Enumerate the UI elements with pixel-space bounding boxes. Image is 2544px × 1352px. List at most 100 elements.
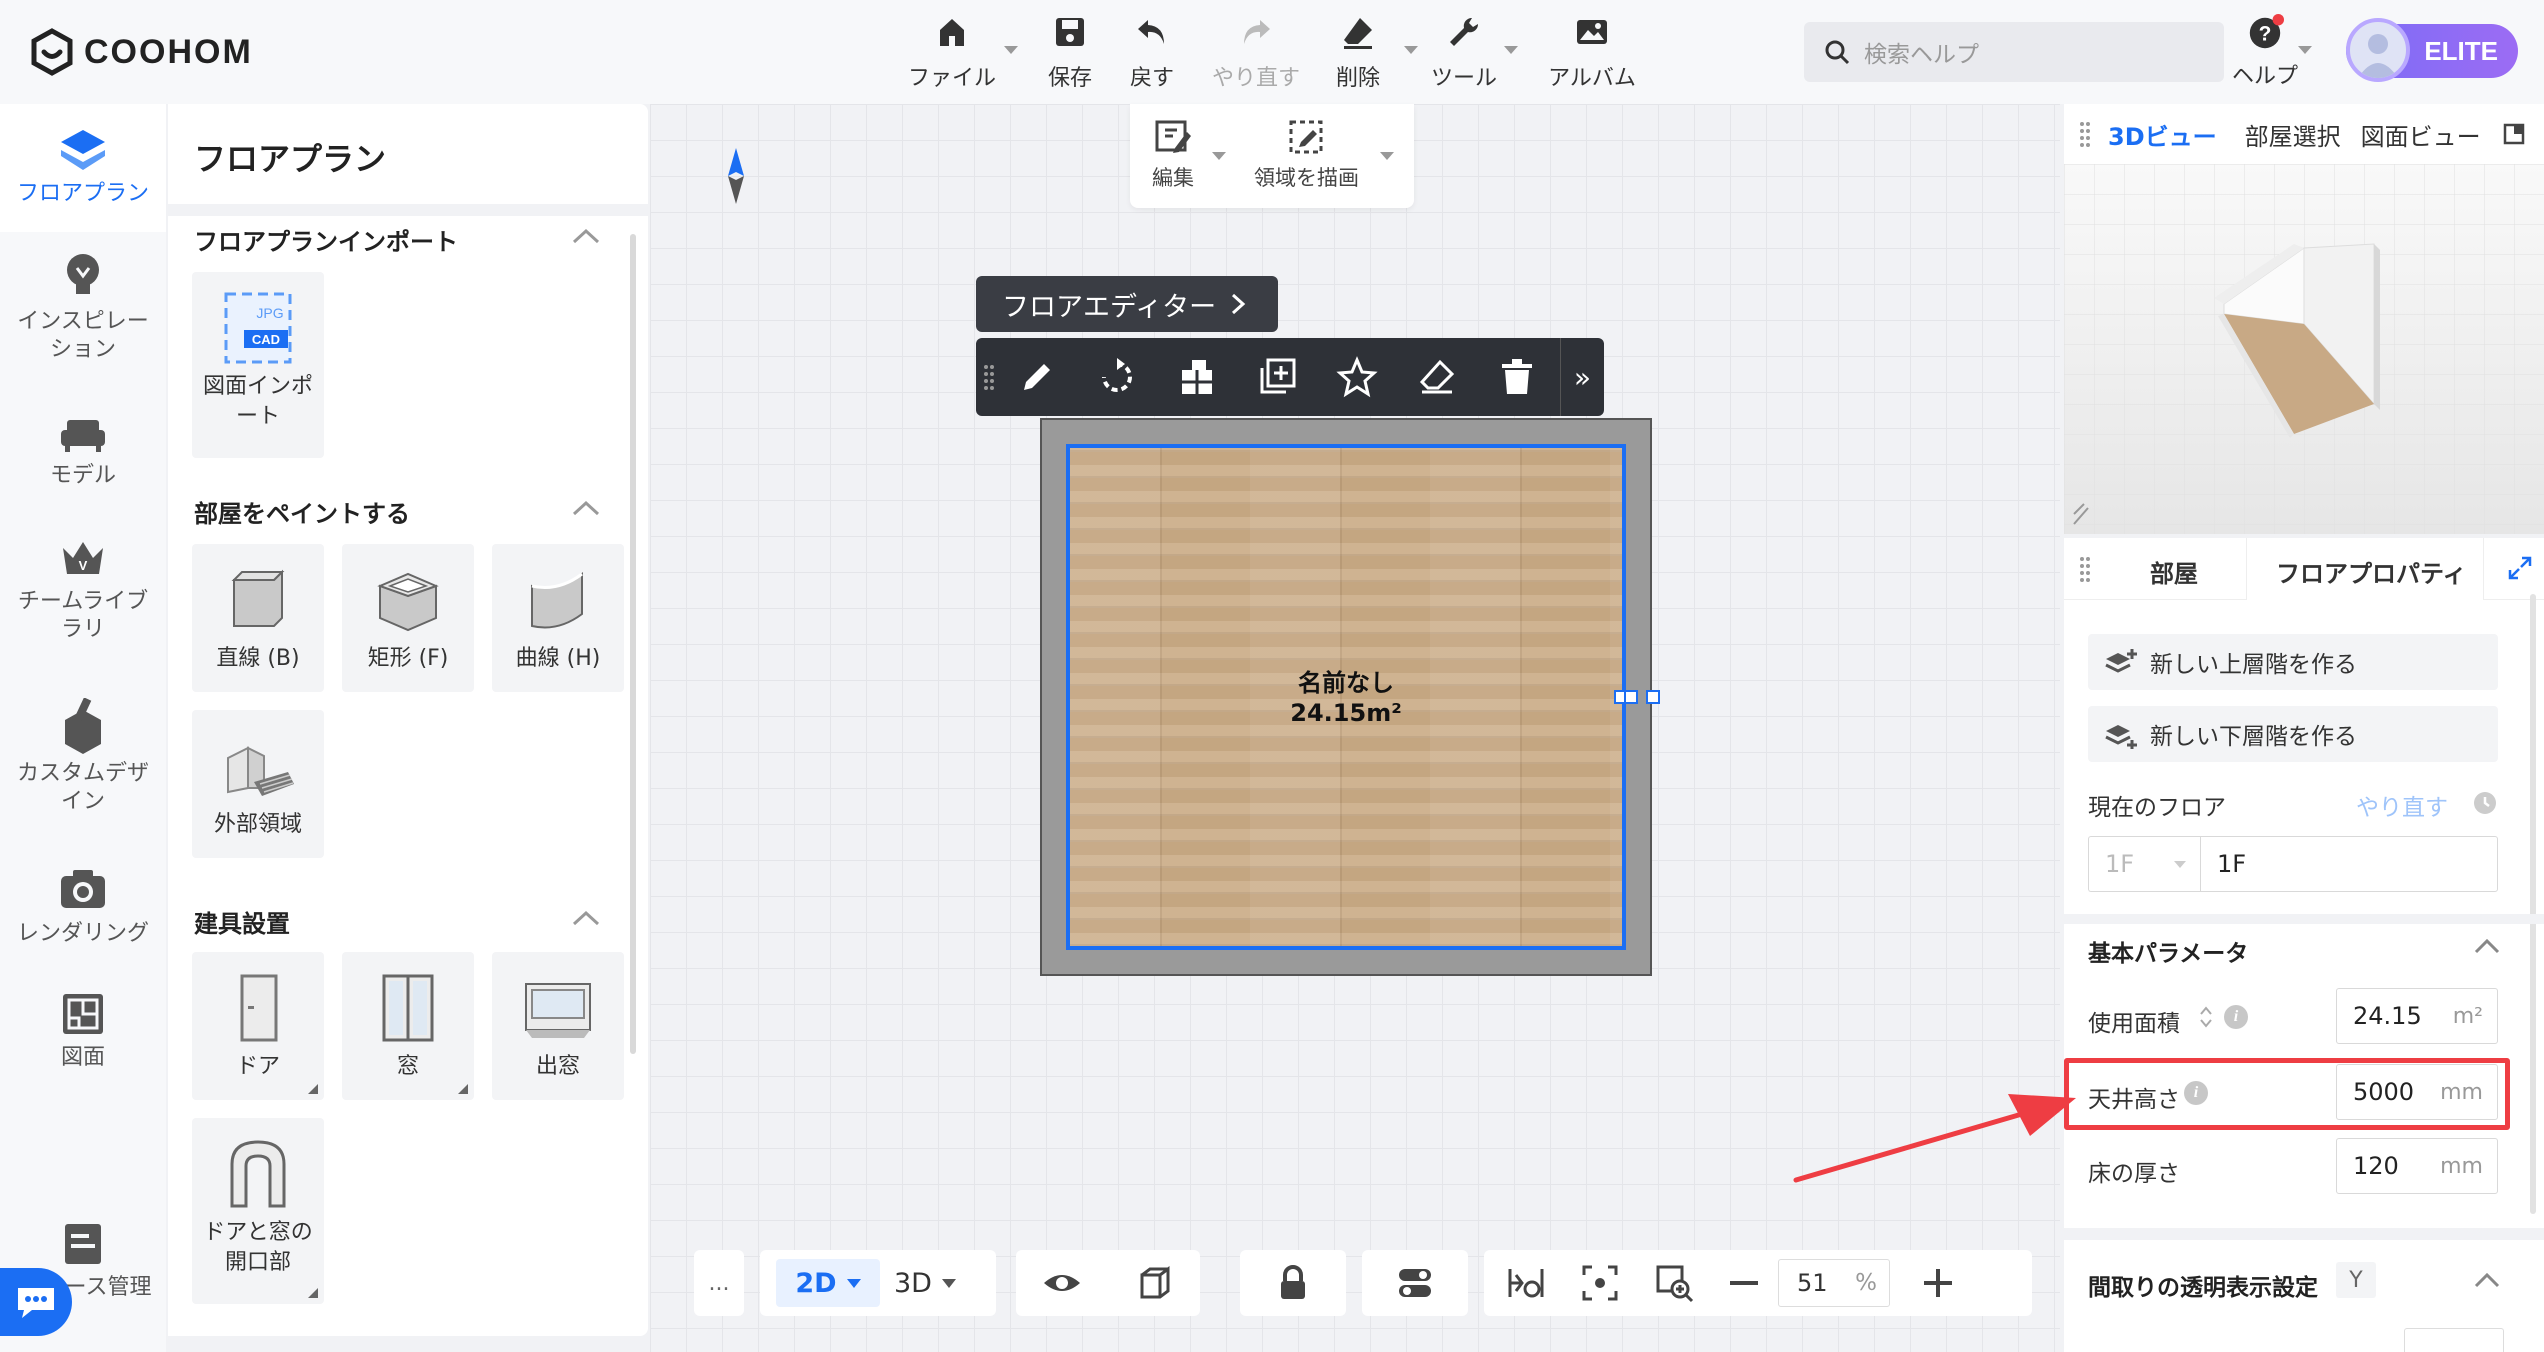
expand-icon[interactable] — [2508, 556, 2532, 580]
nav-team-library[interactable]: V チームライブラリ — [0, 534, 166, 654]
pencil-icon[interactable] — [1016, 356, 1058, 398]
draw-area-caret-icon[interactable] — [1380, 152, 1394, 160]
view-settings-icon[interactable] — [1506, 1263, 1546, 1303]
new-upper-floor-button[interactable]: 新しい上層階を作る — [2088, 634, 2498, 690]
tab-floor-properties[interactable]: フロアプロパティ — [2276, 554, 2467, 589]
history-icon[interactable] — [2472, 790, 2498, 816]
nav-blueprint[interactable]: 図面 — [0, 990, 166, 1086]
door-window-opening-card[interactable]: ドアと窓の開口部 — [192, 1118, 324, 1304]
tools-caret-icon[interactable] — [1504, 46, 1518, 54]
tab-room[interactable]: 部屋 — [2150, 554, 2198, 589]
panel-scrollbar[interactable] — [630, 234, 636, 1054]
straight-wall-card[interactable]: 直線 (B) — [192, 544, 324, 692]
nav-model[interactable]: モデル — [0, 412, 166, 508]
expand-corner-icon — [458, 1084, 468, 1094]
toggle-settings-button[interactable] — [1362, 1250, 1468, 1316]
sort-icon[interactable] — [2198, 1004, 2214, 1030]
rectangle-room-card[interactable]: 矩形 (F) — [342, 544, 474, 692]
chevron-up-icon[interactable] — [2474, 938, 2500, 954]
zoom-area-icon[interactable] — [1654, 1263, 1694, 1303]
trash-icon[interactable] — [1496, 356, 1538, 398]
edit-button[interactable]: 編集 — [1152, 118, 1194, 192]
area-input[interactable]: 24.15 m² — [2336, 988, 2498, 1044]
floor-name-input[interactable]: 1F — [2200, 836, 2498, 892]
edit-caret-icon[interactable] — [1212, 152, 1226, 160]
chat-button[interactable] — [0, 1268, 72, 1336]
fit-view-icon[interactable] — [1580, 1263, 1620, 1303]
eye-icon[interactable] — [1042, 1263, 1082, 1303]
delete-caret-icon[interactable] — [1404, 46, 1418, 54]
floor-redo-link[interactable]: やり直す — [2356, 788, 2448, 822]
drag-handle-icon[interactable] — [2080, 121, 2090, 147]
help-button[interactable]: ? ヘルプ — [2220, 14, 2310, 90]
delete-button[interactable]: 削除 — [1318, 12, 1398, 92]
view-2d-button[interactable]: 2D — [776, 1259, 880, 1307]
nav-rendering[interactable]: レンダリング — [0, 866, 166, 962]
chevron-up-icon[interactable] — [2474, 1272, 2500, 1288]
floor-editor-button[interactable]: フロアエディター — [976, 276, 1278, 332]
window-toggle-icon[interactable] — [2503, 123, 2525, 145]
compass-icon[interactable] — [726, 148, 746, 204]
zoom-out-icon[interactable] — [1724, 1263, 1764, 1303]
chevron-up-icon[interactable] — [572, 910, 600, 926]
resize-handle[interactable] — [1624, 690, 1638, 704]
search-icon — [1825, 40, 1850, 65]
avatar[interactable] — [2346, 18, 2410, 82]
chevron-up-icon[interactable] — [572, 228, 600, 244]
exterior-area-card[interactable]: 外部領域 — [192, 710, 324, 858]
search-box[interactable]: 検索ヘルプ — [1804, 22, 2224, 82]
tab-plan-view[interactable]: 図面ビュー — [2361, 117, 2481, 152]
import-drawing-card[interactable]: JPG CAD 図面インポート — [192, 272, 324, 458]
file-caret-icon[interactable] — [1004, 46, 1018, 54]
redo-button[interactable]: やり直す — [1206, 12, 1306, 92]
zoom-in-icon[interactable] — [1918, 1263, 1958, 1303]
split-icon[interactable] — [1176, 356, 1218, 398]
nav-label: カスタムデザイン — [16, 761, 149, 814]
nav-custom-design[interactable]: カスタムデザイン — [0, 698, 166, 822]
tab-3d-view[interactable]: 3Dビュー — [2108, 117, 2217, 152]
door-card[interactable]: ドア — [192, 952, 324, 1100]
floor-thickness-input[interactable]: 120 mm — [2336, 1138, 2498, 1194]
draw-area-button[interactable]: 領域を描画 — [1254, 118, 1359, 192]
more-options-button[interactable]: ... — [694, 1250, 744, 1316]
drag-handle-icon[interactable] — [984, 364, 994, 390]
star-icon[interactable] — [1336, 356, 1378, 398]
left-nav: フロアプラン インスピレーション モデル V チームライブラリ カスタムデザイン… — [0, 104, 166, 1352]
view-3d-label: 3D — [894, 1267, 932, 1299]
nav-floorplan[interactable]: フロアプラン — [0, 104, 166, 232]
resize-handle[interactable] — [1646, 690, 1660, 704]
floor-select[interactable]: 1F — [2088, 836, 2200, 892]
help-caret-icon[interactable] — [2298, 46, 2312, 54]
logo[interactable]: COOHOM — [30, 28, 253, 76]
file-button[interactable]: ファイル — [906, 12, 998, 92]
nav-inspiration[interactable]: インスピレーション — [0, 250, 166, 370]
lock-button[interactable] — [1240, 1250, 1346, 1316]
cube-view-icon[interactable] — [1134, 1263, 1174, 1303]
album-button[interactable]: アルバム — [1544, 12, 1640, 92]
copy-add-icon[interactable] — [1256, 356, 1298, 398]
tools-button[interactable]: ツール — [1424, 12, 1504, 92]
more-tools-button[interactable]: » — [1560, 338, 1604, 416]
bay-window-card[interactable]: 出窓 — [492, 952, 624, 1100]
3d-preview[interactable] — [2064, 164, 2544, 534]
info-icon[interactable]: i — [2224, 1005, 2248, 1029]
view-3d-button[interactable]: 3D — [894, 1268, 956, 1299]
elite-label: ELITE — [2424, 36, 2498, 66]
chevron-right-icon — [1232, 293, 1246, 315]
chevron-up-icon[interactable] — [572, 500, 600, 516]
properties-scrollbar[interactable] — [2530, 594, 2536, 1214]
rotate-icon[interactable] — [1096, 356, 1138, 398]
transparency-input[interactable] — [2404, 1328, 2504, 1352]
undo-button[interactable]: 戻す — [1112, 12, 1192, 92]
room-name: 名前なし — [1298, 669, 1394, 697]
tab-room-select[interactable]: 部屋選択 — [2245, 117, 2341, 152]
card-label: 曲線 (H) — [515, 646, 601, 671]
window-card[interactable]: 窓 — [342, 952, 474, 1100]
zoom-input[interactable]: 51 % — [1778, 1259, 1890, 1307]
curved-wall-card[interactable]: 曲線 (H) — [492, 544, 624, 692]
save-button[interactable]: 保存 — [1030, 12, 1110, 92]
drag-handle-icon[interactable] — [2080, 556, 2090, 582]
new-lower-floor-button[interactable]: 新しい下層階を作る — [2088, 706, 2498, 762]
brand-name: COOHOM — [84, 32, 253, 71]
eraser-icon[interactable] — [1416, 356, 1458, 398]
